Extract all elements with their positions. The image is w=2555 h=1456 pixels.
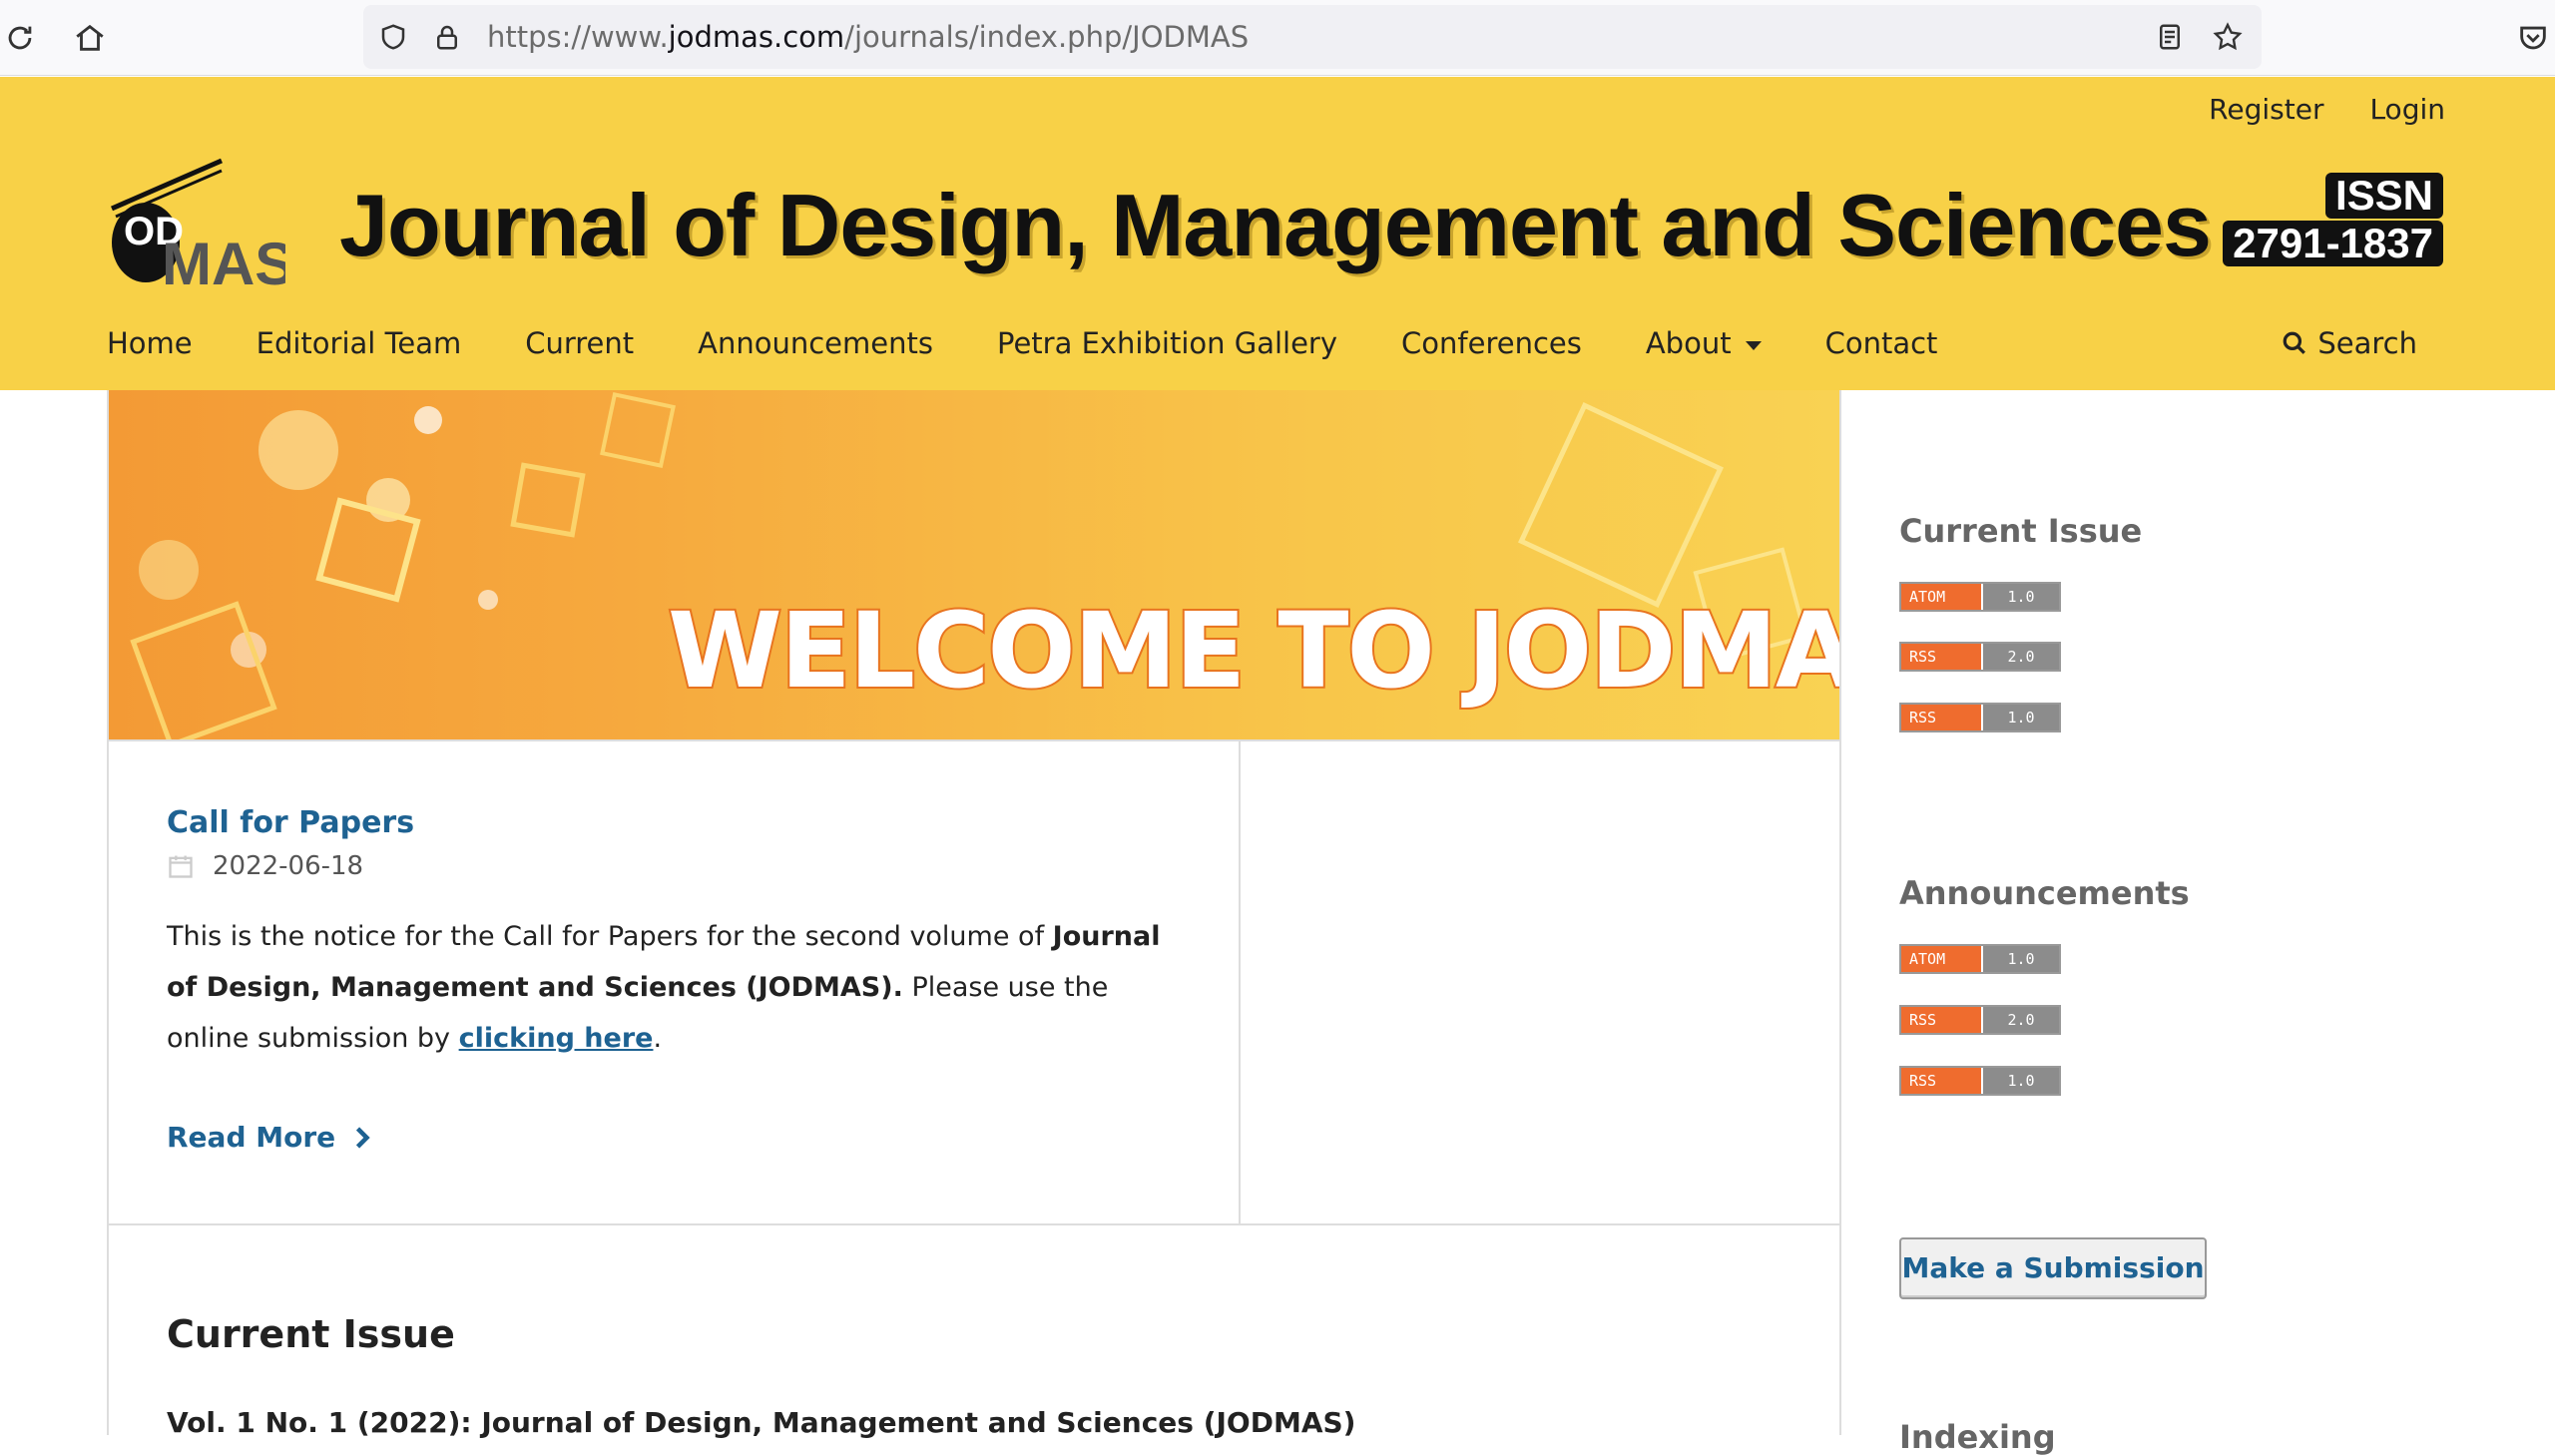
sidebar-current-issue-heading: Current Issue [1899, 512, 2143, 550]
current-rss1-feed-badge[interactable]: RSS 1.0 [1899, 703, 2061, 732]
site-header: Register Login OD MAS Journal of Design,… [0, 77, 2555, 390]
chevron-right-icon [356, 1126, 370, 1149]
svg-text:MAS: MAS [162, 231, 285, 291]
site-title[interactable]: Journal of Design, Management and Scienc… [339, 175, 2212, 276]
issn-number: 2791-1837 [2223, 221, 2443, 266]
browser-toolbar: https://www.jodmas.com/journals/index.ph… [0, 0, 2555, 76]
nav-editorial-team[interactable]: Editorial Team [256, 326, 462, 360]
nav-about-label: About [1645, 326, 1732, 360]
search-link[interactable]: Search [2282, 326, 2417, 360]
announcement-date-text: 2022-06-18 [213, 851, 364, 881]
announcements-rss1-feed-badge[interactable]: RSS 1.0 [1899, 1066, 2061, 1096]
bookmark-star-icon[interactable] [2212, 21, 2244, 53]
current-rss2-feed-badge[interactable]: RSS 2.0 [1899, 642, 2061, 672]
hero-banner: WELCOME TO JODMAS [109, 390, 1839, 739]
search-icon [2283, 331, 2306, 354]
announcement-date: 2022-06-18 [167, 851, 363, 881]
url-bar[interactable]: https://www.jodmas.com/journals/index.ph… [363, 5, 2262, 69]
announcement-body: This is the notice for the Call for Pape… [167, 921, 1161, 1054]
announcements-rss2-feed-badge[interactable]: RSS 2.0 [1899, 1005, 2061, 1035]
main-nav: Home Editorial Team Current Announcement… [107, 326, 1937, 360]
pocket-icon[interactable] [2513, 18, 2553, 58]
nav-contact[interactable]: Contact [1825, 326, 1938, 360]
sidebar: Current Issue ATOM 1.0 RSS 2.0 RSS 1.0 Anno… [1899, 390, 2498, 1456]
current-issue-heading: Current Issue [167, 1312, 455, 1356]
nav-about[interactable]: About [1646, 326, 1762, 360]
hero-welcome-text: WELCOME TO JODMAS [666, 588, 1839, 714]
nav-conferences[interactable]: Conferences [1401, 326, 1582, 360]
nav-home[interactable]: Home [107, 326, 193, 360]
announcement-title[interactable]: Call for Papers [167, 805, 414, 840]
lock-icon[interactable] [431, 21, 463, 53]
announcement-empty-cell [1241, 739, 1839, 1225]
search-label: Search [2317, 326, 2417, 360]
announcement-card: Call for Papers 2022-06-18 This is the n… [109, 739, 1241, 1225]
sidebar-announcements-heading: Announcements [1899, 874, 2190, 912]
reload-icon[interactable] [0, 18, 40, 58]
reader-view-icon[interactable] [2154, 21, 2186, 53]
journal-logo[interactable]: OD MAS [106, 157, 294, 297]
issn-label: ISSN [2324, 173, 2443, 219]
main-content: WELCOME TO JODMAS Call for Papers 2022-0… [107, 390, 1841, 1439]
caret-down-icon [1745, 340, 1762, 350]
login-link[interactable]: Login [2369, 93, 2445, 126]
current-issue-volume[interactable]: Vol. 1 No. 1 (2022): Journal of Design, … [167, 1406, 1355, 1439]
current-atom-feed-badge[interactable]: ATOM 1.0 [1899, 582, 2061, 612]
issn-badge: ISSN 2791-1837 [2223, 173, 2443, 266]
nav-petra-exhibition-gallery[interactable]: Petra Exhibition Gallery [997, 326, 1337, 360]
home-icon[interactable] [70, 18, 110, 58]
sidebar-indexing-heading: Indexing [1899, 1418, 2056, 1456]
read-more-label: Read More [167, 1121, 336, 1154]
read-more-link[interactable]: Read More [167, 1121, 371, 1154]
url-text[interactable]: https://www.jodmas.com/journals/index.ph… [487, 5, 1249, 69]
calendar-icon [169, 855, 193, 878]
shield-icon[interactable] [377, 21, 409, 53]
register-link[interactable]: Register [2209, 93, 2323, 126]
nav-current[interactable]: Current [525, 326, 634, 360]
nav-announcements[interactable]: Announcements [698, 326, 933, 360]
announcements-atom-feed-badge[interactable]: ATOM 1.0 [1899, 944, 2061, 974]
make-submission-button[interactable]: Make a Submission [1899, 1237, 2207, 1299]
clicking-here-link[interactable]: clicking here [459, 1023, 654, 1054]
user-nav: Register Login [2209, 93, 2445, 126]
